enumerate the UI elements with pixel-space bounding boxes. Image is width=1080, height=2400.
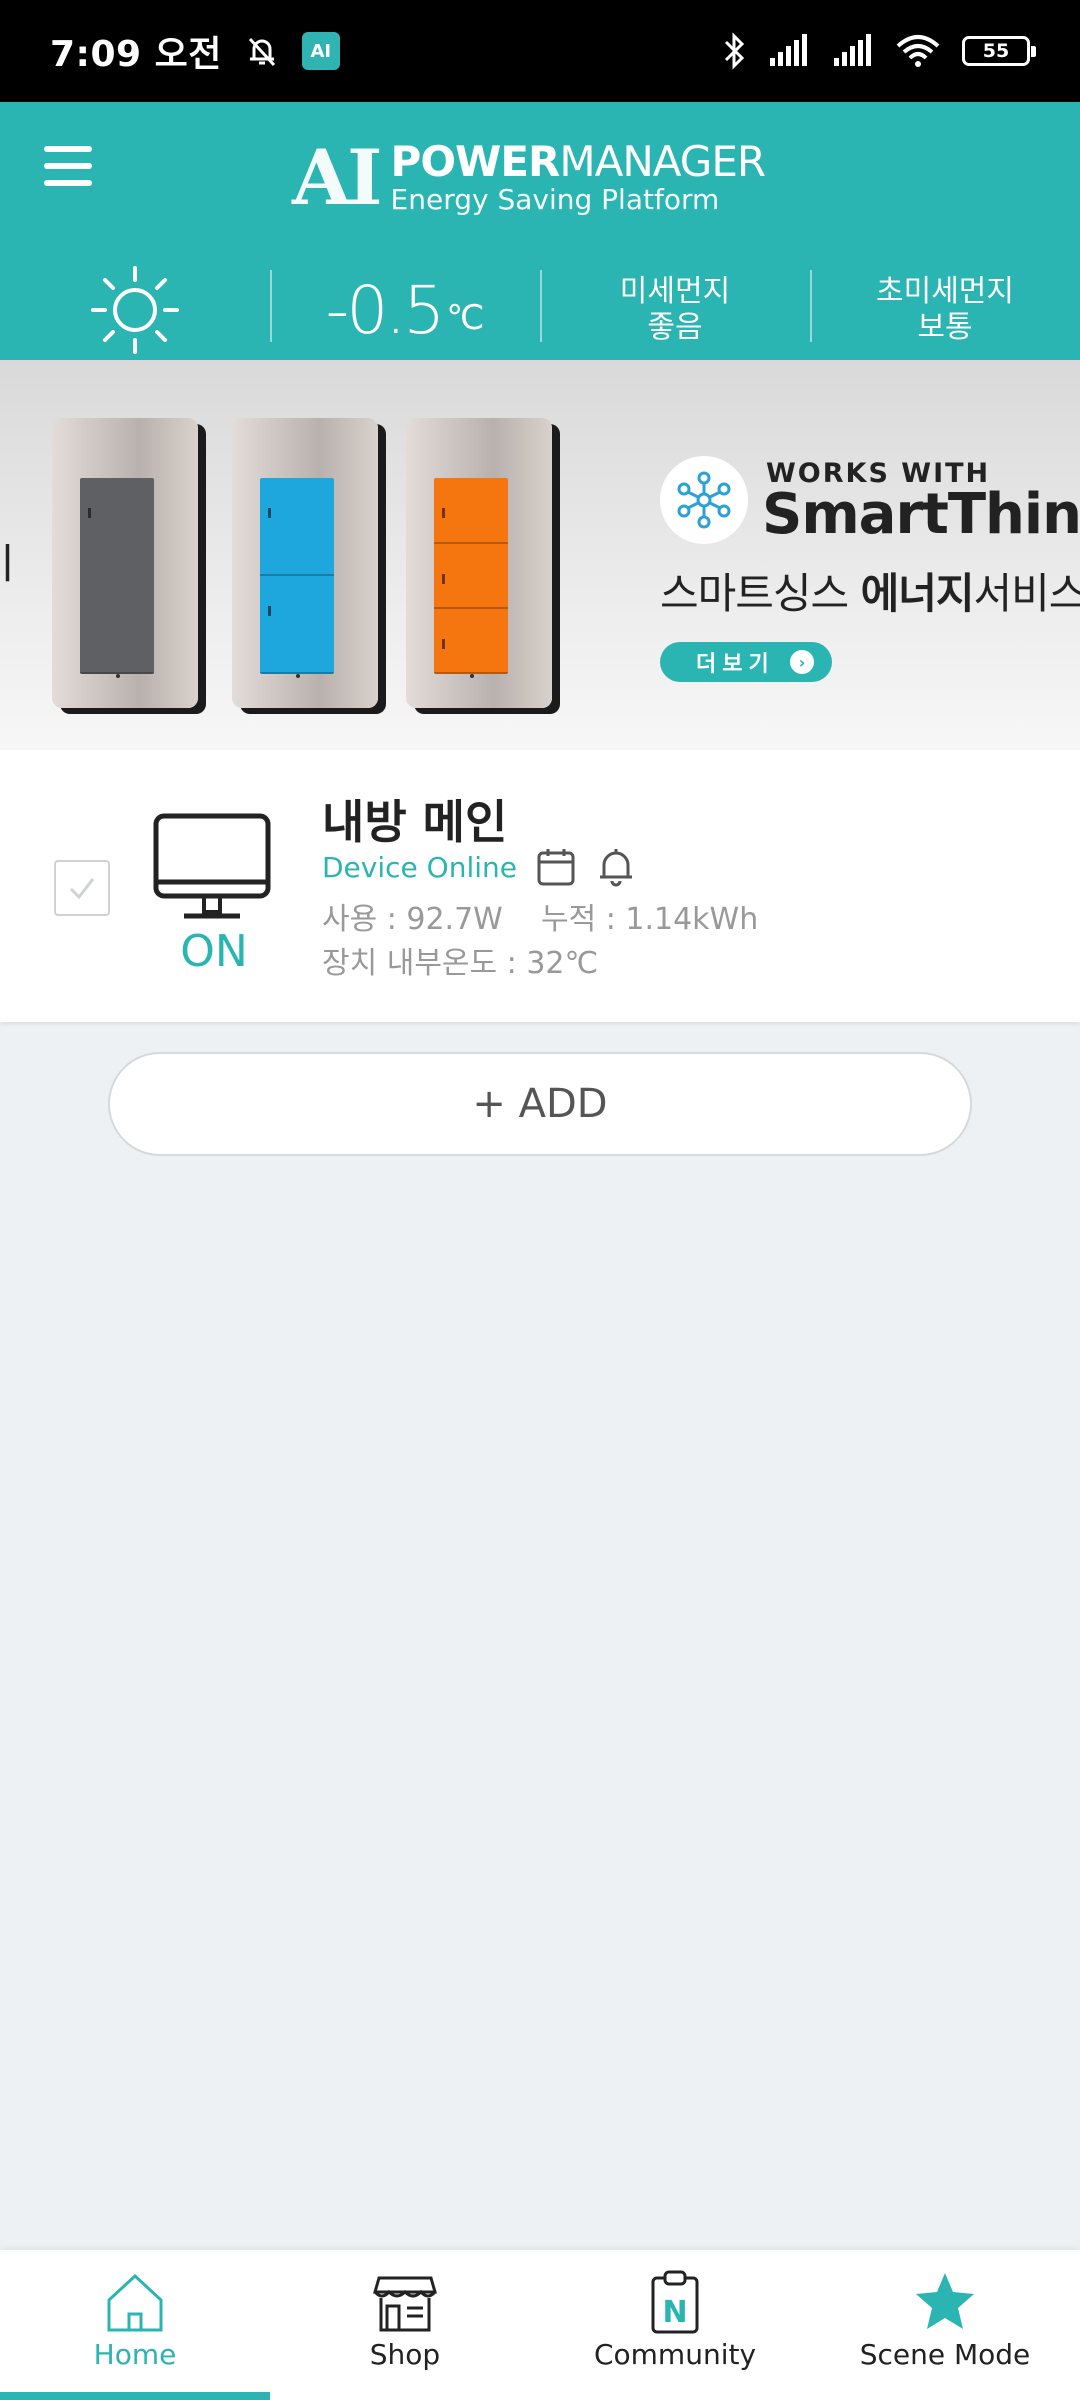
ultrafine-dust-label: 초미세먼지 bbox=[876, 274, 1014, 309]
more-button[interactable]: 더보기 › bbox=[660, 642, 832, 682]
battery-icon: 55 bbox=[962, 36, 1036, 66]
switch-image-orange bbox=[406, 418, 552, 708]
smartthings-text: SmartThings bbox=[762, 482, 1080, 547]
signal-icon bbox=[770, 34, 807, 66]
device-name: 내방 메인 bbox=[322, 795, 508, 849]
shop-icon bbox=[373, 2276, 437, 2332]
promo-banner[interactable]: ㅣ WORKS WITH SmartThin 스마트싱스 에너지서비스 더보기 … bbox=[0, 360, 1080, 750]
status-right: 55 bbox=[722, 32, 1036, 70]
weather-row: -0.5 ℃ 미세먼지 좋음 초미세먼지 보통 bbox=[0, 248, 1080, 372]
star-icon bbox=[916, 2273, 974, 2329]
switch-image-gray bbox=[52, 418, 198, 708]
device-card[interactable]: ON 내방 메인 Device Online 사용 : 92.7W 누적 : 1… bbox=[0, 750, 1080, 1022]
device-state[interactable]: ON bbox=[160, 926, 268, 977]
service-text: 스마트싱스 에너지서비스 bbox=[660, 569, 1080, 618]
smartthings-logo-icon bbox=[660, 456, 748, 544]
home-icon bbox=[107, 2273, 163, 2332]
monitor-icon bbox=[153, 813, 271, 919]
app-header: AI POWERMANAGER Energy Saving Platform -… bbox=[0, 102, 1080, 360]
brand-logo: AI POWERMANAGER Energy Saving Platform bbox=[292, 133, 767, 222]
nav-shop-label: Shop bbox=[369, 2338, 441, 2371]
temperature-unit: ℃ bbox=[446, 298, 485, 338]
nav-community[interactable]: N Community bbox=[540, 2250, 810, 2400]
app-notification-icon: AI bbox=[301, 32, 340, 70]
device-status: Device Online bbox=[322, 850, 517, 884]
nav-shop[interactable]: Shop bbox=[270, 2250, 540, 2400]
temperature-value: -0.5 bbox=[325, 271, 446, 349]
add-device-button[interactable]: + ADD bbox=[108, 1052, 972, 1156]
brand-title-bold: POWER bbox=[390, 137, 561, 186]
ultrafine-dust-cell: 초미세먼지 보통 bbox=[810, 248, 1080, 372]
device-internal-temp: 장치 내부온도 : 32℃ bbox=[322, 946, 599, 981]
nav-scene-mode[interactable]: Scene Mode bbox=[810, 2250, 1080, 2400]
brand-title-light: MANAGER bbox=[559, 137, 766, 186]
more-button-label: 더보기 bbox=[696, 652, 775, 677]
device-status-row: Device Online bbox=[322, 846, 637, 888]
fine-dust-label: 미세먼지 bbox=[619, 274, 731, 309]
calendar-icon[interactable] bbox=[535, 846, 577, 888]
device-usage: 사용 : 92.7W 누적 : 1.14kWh bbox=[322, 902, 759, 937]
banner-edge-text: ㅣ bbox=[0, 539, 27, 588]
ultrafine-dust-value: 보통 bbox=[917, 310, 973, 345]
status-left: 7:09 오전 AI bbox=[50, 25, 340, 77]
muted-bell-icon bbox=[248, 37, 275, 67]
brand-title: POWERMANAGER bbox=[390, 137, 767, 186]
svg-text:N: N bbox=[662, 2295, 687, 2330]
nav-active-indicator bbox=[0, 2392, 270, 2400]
sun-icon bbox=[91, 266, 179, 354]
nav-scene-mode-label: Scene Mode bbox=[859, 2338, 1031, 2371]
switch-image-blue bbox=[232, 418, 378, 708]
chevron-right-icon: › bbox=[790, 650, 814, 674]
nav-community-label: Community bbox=[593, 2338, 757, 2371]
status-time: 7:09 오전 bbox=[50, 34, 222, 75]
weather-icon-cell bbox=[0, 248, 270, 372]
fine-dust-cell: 미세먼지 좋음 bbox=[540, 248, 810, 372]
bluetooth-icon bbox=[724, 32, 745, 70]
menu-icon[interactable] bbox=[44, 146, 92, 186]
device-checkbox[interactable] bbox=[54, 860, 110, 916]
status-bar: 7:09 오전 AI 55 bbox=[0, 0, 1080, 102]
community-icon: N bbox=[651, 2270, 699, 2334]
temperature-cell: -0.5 ℃ bbox=[270, 248, 540, 372]
brand-subtitle: Energy Saving Platform bbox=[390, 183, 720, 216]
nav-home-label: Home bbox=[93, 2338, 177, 2371]
nav-home[interactable]: Home bbox=[0, 2250, 270, 2400]
signal-icon bbox=[834, 34, 871, 66]
bottom-nav: Home Shop N Community Scene Mode bbox=[0, 2250, 1080, 2400]
check-icon bbox=[69, 878, 95, 900]
ai-logo-mark: AI bbox=[292, 133, 383, 222]
wifi-icon bbox=[896, 35, 940, 67]
battery-level: 55 bbox=[982, 40, 1010, 62]
fine-dust-value: 좋음 bbox=[647, 310, 703, 345]
bell-icon[interactable] bbox=[595, 846, 637, 888]
